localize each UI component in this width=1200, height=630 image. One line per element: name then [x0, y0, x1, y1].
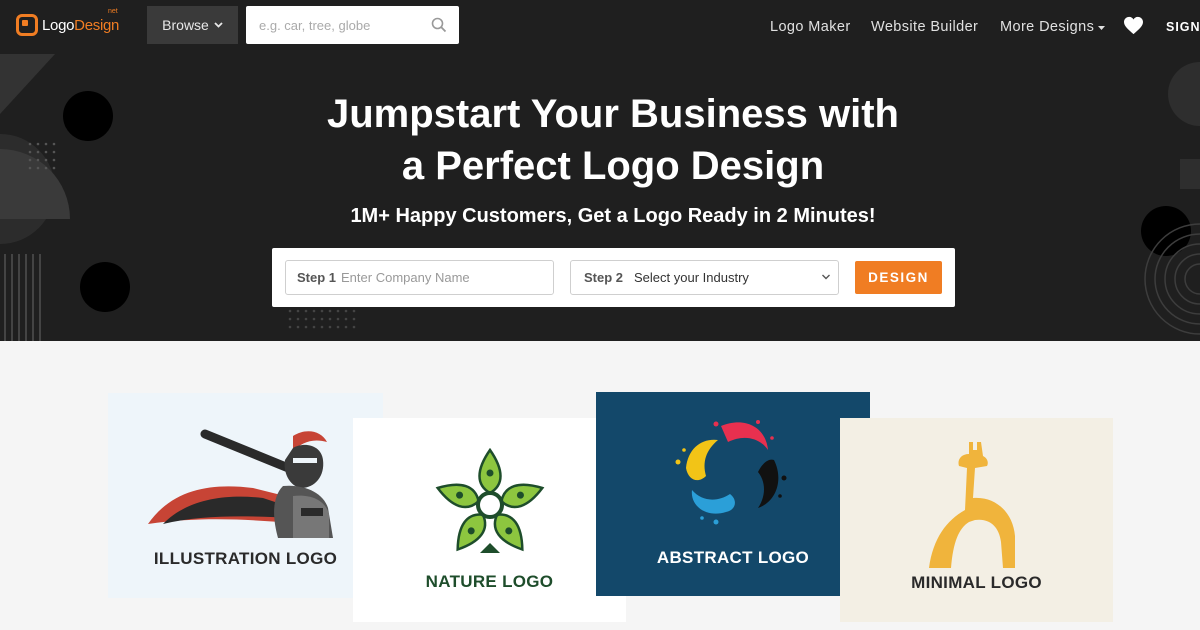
hero-section: LogoDesign net Browse Logo Maker Website…: [0, 0, 1200, 341]
browse-dropdown[interactable]: Browse: [147, 6, 238, 44]
minimal-logo-card[interactable]: MINIMAL LOGO: [840, 418, 1113, 622]
knight-baseball-icon: [148, 429, 333, 538]
card-label: ILLUSTRATION LOGO: [153, 549, 338, 568]
caret-down-icon: [1098, 26, 1106, 30]
logo-mark-icon: [16, 14, 38, 36]
search-input[interactable]: [246, 6, 426, 44]
nature-logo-card[interactable]: NATURE LOGO: [353, 418, 626, 622]
heart-icon[interactable]: [1123, 16, 1144, 35]
company-name-input[interactable]: [341, 270, 532, 285]
illustration-logo-card[interactable]: ILLUSTRATION LOGO: [108, 393, 383, 598]
search-box: [246, 6, 459, 44]
step1-label: Step 1: [297, 270, 337, 285]
site-logo[interactable]: LogoDesign net: [16, 8, 120, 38]
browse-label: Browse: [162, 17, 209, 33]
giraffe-icon: [929, 442, 1015, 568]
top-nav: LogoDesign net Browse Logo Maker Website…: [0, 0, 1200, 54]
chevron-down-icon: [822, 274, 830, 280]
hero-subheadline: 1M+ Happy Customers, Get a Logo Ready in…: [350, 205, 876, 227]
industry-select-value: Select your Industry: [634, 270, 749, 285]
design-button[interactable]: DESIGN: [855, 261, 942, 294]
nav-link-more-designs[interactable]: More Designs: [1000, 19, 1106, 35]
logo-text: LogoDesign: [42, 16, 120, 34]
logo-start-form: Step 1 Step 2 Select your Industry DESIG…: [272, 248, 955, 307]
card-label: ABSTRACT LOGO: [656, 548, 810, 567]
headline-line-1: Jumpstart Your Business with: [327, 92, 899, 136]
chevron-down-icon: [214, 22, 223, 28]
hero-left-decoration: [0, 54, 130, 341]
abstract-logo-card[interactable]: ABSTRACT LOGO: [596, 392, 870, 596]
headline-line-2: a Perfect Logo Design: [401, 144, 825, 188]
hero-bottom-dots: [288, 309, 356, 329]
leaf-star-icon: [435, 448, 545, 553]
company-name-field[interactable]: Step 1: [285, 260, 554, 295]
step2-label: Step 2: [584, 270, 624, 285]
hero-right-decoration: [1141, 62, 1200, 335]
card-label: MINIMAL LOGO: [911, 573, 1042, 592]
card-label: NATURE LOGO: [425, 572, 554, 591]
industry-select[interactable]: Step 2 Select your Industry: [570, 260, 839, 295]
search-icon[interactable]: [431, 17, 447, 33]
nav-link-website-builder[interactable]: Website Builder: [871, 19, 978, 35]
paint-splash-icon: [675, 420, 787, 525]
logo-suffix: net: [108, 8, 118, 15]
sign-in-link[interactable]: SIGN: [1166, 20, 1200, 34]
nav-link-logo-maker[interactable]: Logo Maker: [770, 19, 851, 35]
hero-headline: Jumpstart Your Business with a Perfect L…: [300, 88, 926, 192]
